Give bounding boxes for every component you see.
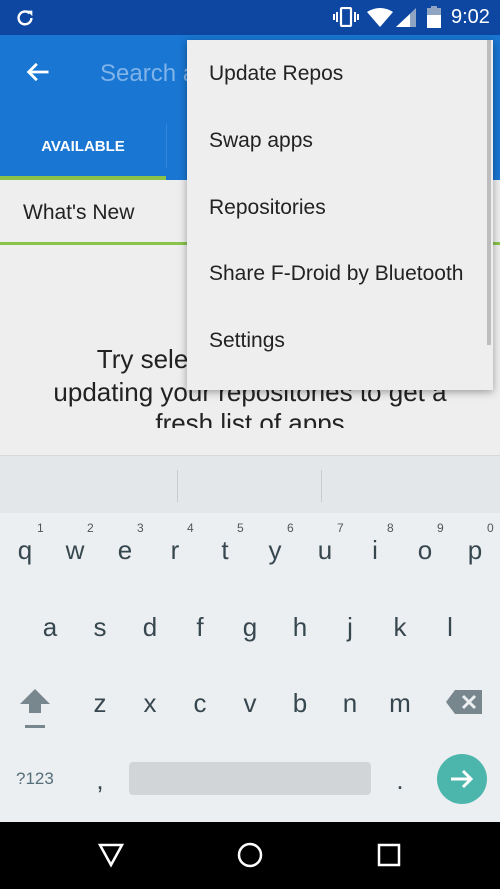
key-hint: 3 [137,521,144,535]
key-m[interactable]: m [389,688,411,719]
key-hint: 1 [37,521,44,535]
category-selected: What's New [23,201,135,224]
sync-icon [17,10,33,26]
key-hint: 9 [437,521,444,535]
key-hint: 2 [87,521,94,535]
shift-icon[interactable] [18,687,52,731]
symbols-key[interactable]: ?123 [16,769,54,789]
home-circle-icon[interactable] [236,841,264,869]
key-d[interactable]: d [143,612,157,643]
key-l[interactable]: l [447,612,453,643]
menu-item-settings[interactable]: Settings [209,329,285,353]
arrow-right-icon [451,769,474,789]
comma-key[interactable]: , [96,765,103,796]
key-h[interactable]: h [293,612,307,643]
suggestion-divider [321,470,322,502]
key-p[interactable]: p [468,535,482,566]
key-y[interactable]: y [269,535,282,566]
key-f[interactable]: f [196,612,203,643]
menu-item-share-bluetooth[interactable]: Share F-Droid by Bluetooth [209,262,463,286]
key-hint: 8 [387,521,394,535]
menu-item-swap-apps[interactable]: Swap apps [209,129,313,153]
battery-icon [427,6,441,28]
menu-item-repositories[interactable]: Repositories [209,196,326,220]
status-bar: 9:02 [0,0,500,35]
recents-square-icon[interactable] [376,842,402,868]
key-hint: 4 [187,521,194,535]
key-w[interactable]: w [66,535,85,566]
key-s[interactable]: s [94,612,107,643]
menu-item-update-repos[interactable]: Update Repos [209,62,343,86]
key-u[interactable]: u [318,535,332,566]
key-hint: 0 [487,521,494,535]
period-key[interactable]: . [396,765,403,796]
suggestion-strip [0,455,500,513]
key-v[interactable]: v [244,688,257,719]
tab-divider [166,124,167,168]
tab-available[interactable]: AVAILABLE [0,112,166,180]
search-input[interactable]: Search a [100,60,196,88]
arrow-left-icon [26,62,49,82]
key-x[interactable]: x [144,688,157,719]
key-z[interactable]: z [94,688,107,719]
key-q[interactable]: q [18,535,32,566]
back-button[interactable] [24,58,52,94]
overflow-menu: Update Repos Swap apps Repositories Shar… [187,40,493,390]
wifi-icon [367,8,393,27]
cell-signal-icon [396,8,416,27]
key-i[interactable]: i [372,535,378,566]
key-hint: 6 [287,521,294,535]
key-e[interactable]: e [118,535,132,566]
empty-line-clip: fresh list of apps [0,408,500,428]
back-triangle-icon[interactable] [97,842,125,868]
tab-label: AVAILABLE [41,137,125,155]
key-t[interactable]: t [221,535,228,566]
backspace-icon[interactable] [446,690,482,714]
enter-key[interactable] [437,754,487,804]
key-k[interactable]: k [394,612,407,643]
key-a[interactable]: a [43,612,57,643]
key-g[interactable]: g [243,612,257,643]
vibrate-icon [333,7,359,27]
suggestion-divider [177,470,178,502]
key-r[interactable]: r [171,535,180,566]
empty-line: fresh list of apps [155,408,345,428]
key-hint: 5 [237,521,244,535]
keyboard: q1 w2 e3 r4 t5 y6 u7 i8 o9 p0 a s d f g h j k l z x c v b n m ?12… [0,513,500,822]
space-key[interactable] [129,762,371,795]
key-o[interactable]: o [418,535,432,566]
clock: 9:02 [451,6,490,28]
key-j[interactable]: j [347,612,353,643]
navigation-bar [0,822,500,889]
key-c[interactable]: c [194,688,207,719]
key-b[interactable]: b [293,688,307,719]
key-n[interactable]: n [343,688,357,719]
key-hint: 7 [337,521,344,535]
menu-scrollbar[interactable] [487,40,491,345]
